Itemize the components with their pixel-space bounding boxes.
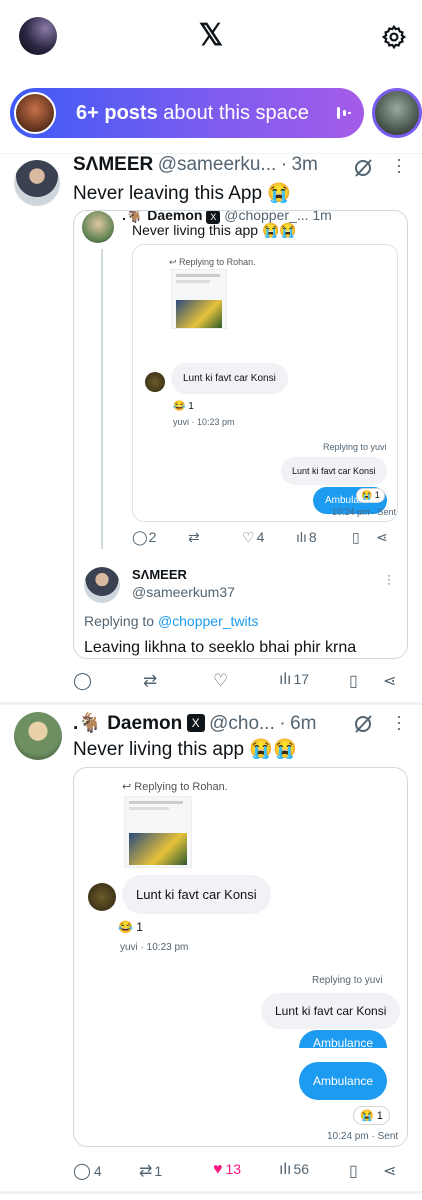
post1-handle[interactable]: @sameerku... <box>158 154 277 175</box>
chat-avatar <box>88 883 116 911</box>
quote1-chat-image[interactable]: ↩ Replying to Rohan. Lunt ki favt car Ko… <box>132 244 398 522</box>
reaction2-badge: 😭 1 <box>356 488 385 503</box>
reaction2-badge: 😭 1 <box>353 1106 390 1125</box>
incoming-meta: yuvi · 10:23 pm <box>173 417 235 427</box>
quote1-time: 1m <box>312 210 332 223</box>
post2-views-icon[interactable]: ılı 56 <box>279 1161 309 1179</box>
grok-icon[interactable] <box>352 713 374 735</box>
outgoing-grey-bubble: Lunt ki favt car Konsi <box>261 993 401 1029</box>
post1-bookmark-icon[interactable]: ▯ <box>349 671 358 691</box>
divider <box>0 1191 422 1194</box>
post2-actions: ◯ 4 ⇄ 1 ♥ 13 ılı 56 ▯ ⋖ <box>73 1161 403 1183</box>
grok-icon[interactable] <box>352 157 374 179</box>
space-host-avatar <box>14 92 56 134</box>
incoming-bubble: Lunt ki favt car Konsi <box>122 875 271 914</box>
post2-avatar[interactable] <box>14 712 62 760</box>
reply-more-icon[interactable]: · · · <box>387 569 391 589</box>
reply-text: Leaving likhna to seeklo bhai phir krna <box>84 639 357 656</box>
chat-avatar <box>145 372 165 392</box>
outgoing-meta: 10:24 pm · Sent <box>327 1131 399 1142</box>
post2-text: Never living this app 😭😭 <box>73 739 297 760</box>
post2-reply-icon[interactable]: ◯ 4 <box>73 1161 102 1181</box>
post2-repost-count: 1 <box>154 1163 163 1179</box>
post2-chat-image[interactable]: ↩ Replying to Rohan. Lunt ki favt car Ko… <box>73 767 408 1147</box>
reply-author-name: SΛMEER <box>132 567 187 582</box>
reply-to-yuvi: Replying to yuvi <box>323 442 387 452</box>
post1-views-count: 17 <box>293 671 310 687</box>
outgoing-blue-bubble: Ambulance <box>299 1030 388 1048</box>
incoming-bubble: Lunt ki favt car Konsi <box>171 363 288 394</box>
bookmark-icon[interactable]: ▯ <box>352 529 360 546</box>
post1-text: Never leaving this App 😭 <box>73 183 291 204</box>
reply-arrow-icon: ↩ Replying to Rohan. <box>122 781 228 793</box>
audio-wave-icon <box>336 104 352 122</box>
post1-dot: · <box>280 154 288 175</box>
post2-dot: · <box>279 713 286 734</box>
post1-reply-icon[interactable]: ◯ <box>73 671 92 691</box>
thumb-tweet-image <box>124 796 192 868</box>
reaction-badge: 😂 1 <box>118 920 143 934</box>
like-icon[interactable]: ♡ 4 <box>242 529 264 546</box>
reply-count: 2 <box>148 529 157 545</box>
reply-avatar <box>84 567 120 603</box>
reply-to-yuvi: Replying to yuvi <box>312 975 383 986</box>
post2-verified-badge: X <box>186 714 205 732</box>
post1-quote-card[interactable]: .🐐 Daemon X @chopper_... 1m Never living… <box>73 210 408 659</box>
reply-icon[interactable]: ◯2 <box>132 529 156 546</box>
replying-to-handle: @chopper_twits <box>157 613 259 629</box>
post2-time[interactable]: 6m <box>290 713 316 734</box>
profile-avatar[interactable] <box>19 17 57 55</box>
post1-views-icon[interactable]: ılı 17 <box>279 671 309 689</box>
post2-share-icon[interactable]: ⋖ <box>383 1161 396 1181</box>
x-logo-icon[interactable]: 𝕏 <box>196 20 226 52</box>
divider <box>0 702 422 705</box>
post1-actions: ◯ ⇄ ♡ ılı 17 ▯ ⋖ <box>73 671 403 693</box>
incoming-meta: yuvi · 10:23 pm <box>120 942 189 953</box>
outgoing-blue-bubble: Ambulance <box>299 1062 388 1100</box>
space-avatar-2[interactable] <box>372 88 422 138</box>
post1-share-icon[interactable]: ⋖ <box>383 671 396 691</box>
post2-bookmark-icon[interactable]: ▯ <box>349 1161 358 1181</box>
outgoing-grey-bubble: Lunt ki favt car Konsi <box>281 457 387 485</box>
post2-header: .🐐 Daemon X @cho... · 6m <box>73 711 373 737</box>
quote1-avatar <box>82 211 114 243</box>
views-icon[interactable]: ılı 8 <box>296 529 317 545</box>
post2-repost-icon[interactable]: ⇄ 1 <box>139 1161 162 1181</box>
post1-avatar[interactable] <box>14 160 60 206</box>
post1-time[interactable]: 3m <box>291 154 317 175</box>
reply-handle: @sameerkum37 <box>132 584 235 600</box>
post1-repost-icon[interactable]: ⇄ <box>143 671 157 691</box>
top-bar: 𝕏 <box>0 0 422 75</box>
quote1-text: Never living this app 😭😭 <box>132 222 297 238</box>
repost-icon[interactable]: ⇄ <box>188 529 200 546</box>
spaces-label: 6+ posts about this space <box>76 102 309 124</box>
post2-more-icon[interactable]: · · · <box>394 707 404 737</box>
post2-like-count: 13 <box>225 1161 242 1177</box>
spaces-banner[interactable]: 6+ posts about this space <box>10 88 364 138</box>
share-icon[interactable]: ⋖ <box>376 529 388 546</box>
post1-header: SΛMEER @sameerku... · 3m <box>73 154 373 180</box>
outgoing-meta: 10:24 pm · Sent <box>332 507 397 517</box>
views-count: 8 <box>308 529 317 545</box>
post1-like-icon[interactable]: ♡ <box>213 671 228 691</box>
gear-icon[interactable] <box>381 24 407 50</box>
reply-arrow-icon: ↩ Replying to Rohan. <box>169 257 256 267</box>
reaction-badge: 😂 1 <box>173 401 194 412</box>
thread-line <box>101 249 103 549</box>
replying-to-line: Replying to @chopper_twits <box>84 613 259 629</box>
thumb-tweet-image <box>171 269 227 329</box>
post2-views-count: 56 <box>293 1161 310 1177</box>
post1-more-icon[interactable]: · · · <box>394 150 404 180</box>
like-count: 4 <box>256 529 265 545</box>
post2-like-icon[interactable]: ♥ 13 <box>213 1161 241 1179</box>
quote1-actions: ◯2 ⇄ ♡ 4 ılı 8 ▯ ⋖ <box>132 529 398 549</box>
post2-author-name[interactable]: .🐐 Daemon <box>73 713 182 734</box>
post2-handle[interactable]: @cho... <box>209 713 275 734</box>
post2-reply-count: 4 <box>93 1163 102 1179</box>
post1-author-name[interactable]: SΛMEER <box>73 154 153 175</box>
